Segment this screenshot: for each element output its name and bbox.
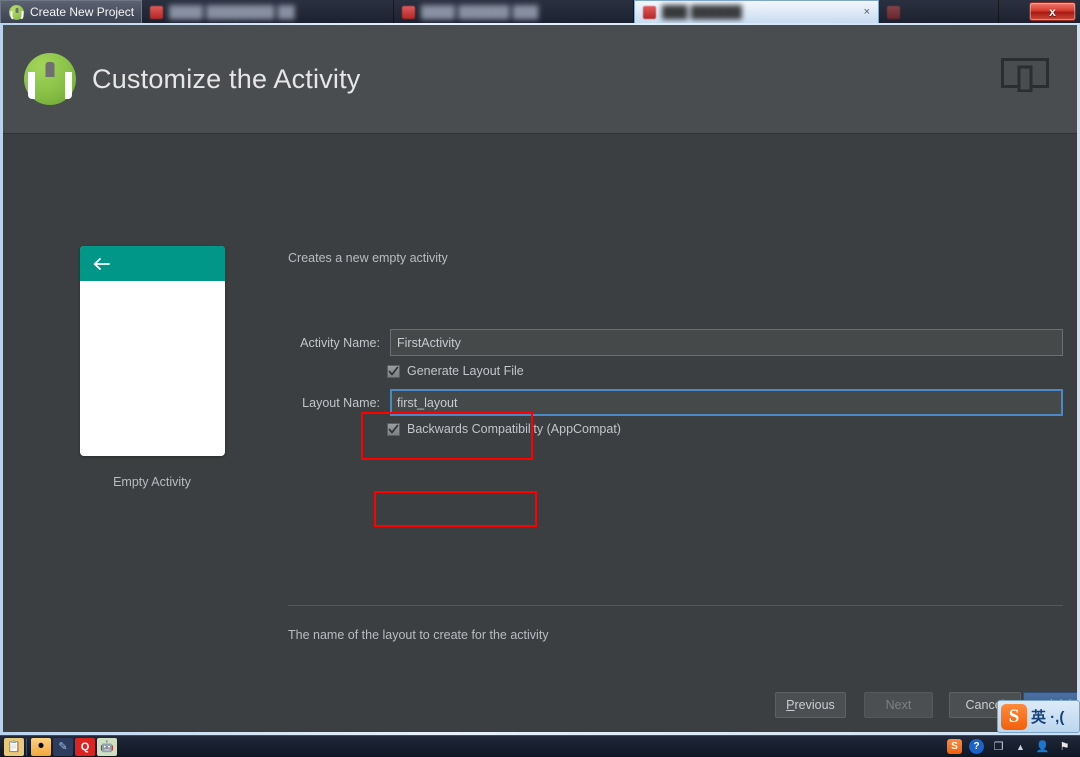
taskbar-entry-create-new-project[interactable]: Create New Project <box>0 0 142 24</box>
red-app-icon <box>402 5 415 19</box>
template-description: Creates a new empty activity <box>288 251 448 265</box>
red-app-icon <box>643 5 656 19</box>
record-icon[interactable]: ⏺ <box>31 737 51 756</box>
field-help-text: The name of the layout to create for the… <box>288 628 549 642</box>
taskbar-entry-label: ███ ██████ <box>662 5 742 19</box>
taskbar-entry-label: Create New Project <box>30 5 135 19</box>
help-icon[interactable]: ? <box>969 739 984 754</box>
taskbar-entry-blurred-3[interactable] <box>879 0 999 24</box>
sogou-logo-icon[interactable]: S <box>1001 703 1027 730</box>
next-button[interactable]: Next <box>864 692 933 718</box>
back-arrow-icon <box>93 257 110 270</box>
android-studio-logo-icon <box>24 53 76 105</box>
device-preview-icon <box>1001 58 1049 92</box>
checkbox-checked-icon[interactable] <box>387 422 400 436</box>
dialog-window-frame: Customize the Activity Empty Activity Cr… <box>0 23 1080 735</box>
preview-app-bar <box>79 246 225 281</box>
flag-icon[interactable]: ⚑ <box>1057 739 1072 754</box>
activity-name-input[interactable] <box>390 329 1063 356</box>
backwards-compatibility-label: Backwards Compatibility (AppCompat) <box>407 422 621 436</box>
dialog-header: Customize the Activity <box>3 25 1077 134</box>
dialog-button-bar: Previous Next Cancel Finish <box>3 692 1077 718</box>
android-studio-icon <box>9 4 24 20</box>
preview-template-label: Empty Activity <box>113 475 191 489</box>
previous-button[interactable]: Previous <box>775 692 846 718</box>
create-new-project-dialog: Customize the Activity Empty Activity Cr… <box>3 25 1077 732</box>
sogou-icon[interactable]: S <box>947 739 962 754</box>
show-hidden-icons-arrow[interactable]: ▲ <box>1013 739 1028 754</box>
layout-name-row: Layout Name: <box>288 389 1063 416</box>
taskbar-separator <box>26 737 29 756</box>
taskbar-entry-label: ████ ██████ ███ <box>421 5 539 19</box>
windows-taskbar: 📋 ⏺ ✎ Q 🤖 S ? ❐ ▲ 👤 ⚑ <box>0 735 1080 757</box>
android-icon[interactable]: 🤖 <box>97 737 117 756</box>
section-divider <box>288 605 1063 606</box>
template-preview[interactable]: Empty Activity <box>57 246 247 489</box>
sogou-ime-toolbar[interactable]: S 英 ·,( <box>997 700 1080 733</box>
layout-name-label: Layout Name: <box>302 395 380 410</box>
user-icon[interactable]: 👤 <box>1035 739 1050 754</box>
checkbox-checked-icon[interactable] <box>387 364 400 378</box>
window-close-button[interactable]: x <box>1029 2 1076 21</box>
tool-icon[interactable]: ✎ <box>53 737 73 756</box>
generate-layout-file-checkbox-row[interactable]: Generate Layout File <box>387 364 524 378</box>
generate-layout-file-label: Generate Layout File <box>407 364 524 378</box>
activity-name-label: Activity Name: <box>300 335 380 350</box>
taskbar-entry-label: ████ ████████ ██ <box>169 5 295 19</box>
window-icon[interactable]: ❐ <box>991 739 1006 754</box>
backwards-compatibility-checkbox-row[interactable]: Backwards Compatibility (AppCompat) <box>387 422 621 436</box>
clipboard-icon[interactable]: 📋 <box>4 737 24 756</box>
close-icon[interactable]: × <box>864 6 870 18</box>
system-tray: S ? ❐ ▲ 👤 ⚑ <box>947 739 1080 754</box>
dialog-body: Empty Activity Creates a new empty activ… <box>3 134 1077 732</box>
activity-name-row: Activity Name: <box>288 329 1063 356</box>
taskbar-entry-blurred-selected[interactable]: ███ ██████ × <box>634 0 879 24</box>
screen: Create New Project ████ ████████ ██ ████… <box>0 0 1080 757</box>
annotation-box-activity-name <box>361 412 533 460</box>
layout-name-input[interactable] <box>390 389 1063 416</box>
taskbar-entry-blurred-1[interactable]: ████ ████████ ██ <box>142 0 394 24</box>
preview-phone-mockup <box>79 246 225 456</box>
red-app-icon <box>887 5 900 19</box>
ime-mode-label[interactable]: 英 ·,( <box>1031 706 1064 727</box>
red-app-icon <box>150 5 163 19</box>
qq-icon[interactable]: Q <box>75 737 95 756</box>
annotation-box-layout-name <box>374 491 537 527</box>
taskbar-entry-blurred-2[interactable]: ████ ██████ ███ <box>394 0 634 24</box>
page-title: Customize the Activity <box>92 63 361 94</box>
quick-launch-bar: 📋 ⏺ ✎ Q 🤖 <box>0 737 117 756</box>
window-taskbar-strip: Create New Project ████ ████████ ██ ████… <box>0 0 1080 24</box>
